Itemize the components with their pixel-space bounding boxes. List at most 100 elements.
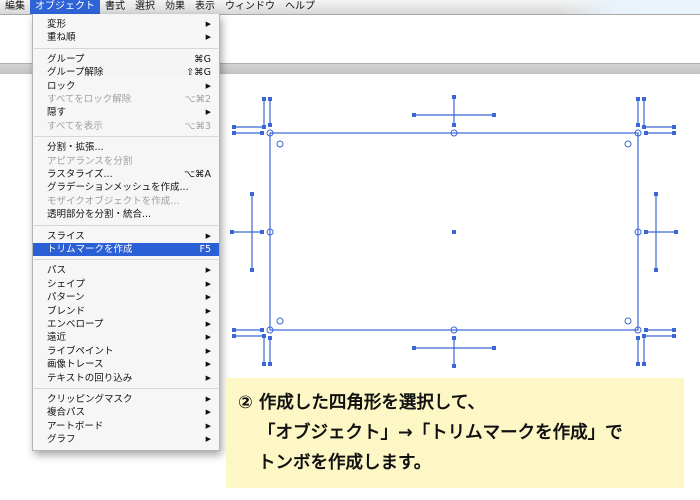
trim-mark-point xyxy=(672,328,676,332)
trim-mark-point xyxy=(232,334,236,338)
submenu-arrow-icon: ▶ xyxy=(205,108,211,117)
trim-mark-point xyxy=(232,328,236,332)
menu-item-label: トリムマークを作成 xyxy=(47,244,133,255)
menu-item-label: すべてを表示 xyxy=(47,120,103,132)
submenu-arrow-icon: ▶ xyxy=(205,373,211,382)
trim-mark-point xyxy=(644,230,648,234)
menu-item-shortcut: ⌥⌘3 xyxy=(184,120,212,132)
caption-line-2: 「オブジェクト」→「トリムマークを作成」で xyxy=(258,423,623,443)
submenu-arrow-icon: ▶ xyxy=(205,293,211,302)
menu-item[interactable]: ブレンド ▶ xyxy=(33,305,219,318)
menu-item[interactable]: グラフ ▶ xyxy=(33,433,219,446)
menu-item-label: テキストの回り込み xyxy=(47,372,133,384)
submenu-arrow-icon: ▶ xyxy=(205,435,211,444)
menu-item: すべてをロック解除 ⌥⌘2 xyxy=(33,93,219,106)
submenu-arrow-icon: ▶ xyxy=(205,279,211,288)
submenu-arrow-icon: ▶ xyxy=(205,266,211,275)
caption-line-1: ② 作成した四角形を選択して、 xyxy=(238,393,486,413)
trim-mark-point xyxy=(262,97,266,101)
menu-item[interactable]: 重ね順 ▶ xyxy=(33,31,219,44)
menu-item[interactable]: パターン ▶ xyxy=(33,291,219,304)
trim-mark-point xyxy=(654,192,658,196)
submenu-arrow-icon: ▶ xyxy=(205,395,211,403)
submenu-arrow-icon: ▶ xyxy=(205,421,211,430)
submenu-arrow-icon: ▶ xyxy=(205,333,211,342)
center-point xyxy=(452,230,456,234)
menu-item-label: グループ xyxy=(47,53,85,65)
menu-item[interactable]: 変形 ▶ xyxy=(33,18,219,31)
trim-mark-point xyxy=(636,336,640,340)
menu-item[interactable]: トリムマークを作成 F5 xyxy=(33,243,219,256)
menu-item-label: クリッピングマスク xyxy=(47,394,133,405)
menu-item-label: ラスタライズ... xyxy=(47,169,113,180)
menu-item-label: 重ね順 xyxy=(47,32,76,44)
menu-item-label: 分割・拡張... xyxy=(47,142,104,154)
caption-line-3: トンボを作成します。 xyxy=(258,453,432,473)
menu-item-label: ブレンド xyxy=(47,305,86,317)
menu-item: アピアランスを分割 xyxy=(33,155,219,168)
menu-item-label: スライス xyxy=(47,230,85,242)
menu-item-label: 画像トレース xyxy=(47,359,104,371)
menu-item-label: パターン xyxy=(47,292,85,304)
menu-item[interactable]: 透明部分を分割・統合... xyxy=(33,208,219,221)
menu-item[interactable]: グループ解除 ⇧⌘G xyxy=(33,66,219,79)
submenu-arrow-icon: ▶ xyxy=(205,408,211,417)
menu-separator xyxy=(34,388,218,389)
anchor-point xyxy=(624,317,632,325)
menu-item[interactable]: 遠近 ▶ xyxy=(33,331,219,344)
menu-item-label: アートボード xyxy=(47,420,104,432)
trim-mark-point xyxy=(260,328,264,332)
object-menu-dropdown: 変形 ▶ 重ね順 ▶ グループ ⌘G グループ解除 ⇧⌘G ロック ▶ すべてをロック解除 ⌥⌘2 隠す… xyxy=(32,14,220,451)
trim-mark-point xyxy=(260,131,264,135)
menu-item-label: 隠す xyxy=(47,107,67,119)
trim-mark-point xyxy=(672,131,676,135)
menu-item[interactable]: グループ ⌘G xyxy=(33,53,219,66)
anchor-point xyxy=(276,140,284,148)
menu-item[interactable]: 分割・拡張... xyxy=(33,141,219,154)
menu-item[interactable]: 画像トレース ▶ xyxy=(33,358,219,371)
menu-item-label: 透明部分を分割・統合... xyxy=(47,209,152,221)
trim-mark-point xyxy=(654,268,658,272)
menu-item-label: グラデーションメッシュを作成... xyxy=(47,182,189,194)
menu-item-label: シェイプ xyxy=(47,278,86,290)
trim-mark-point xyxy=(452,336,456,340)
trim-mark-point xyxy=(644,131,648,135)
menu-item[interactable]: ラスタライズ... ⌥⌘A xyxy=(33,168,219,181)
menu-item[interactable]: 隠す ▶ xyxy=(33,106,219,119)
menu-item-shortcut: ⇧⌘G xyxy=(186,67,211,79)
menu-item-label: すべてをロック解除 xyxy=(47,94,132,105)
menu-item[interactable]: エンベロープ ▶ xyxy=(33,318,219,331)
trim-mark-point xyxy=(452,364,456,368)
menu-item-label: アピアランスを分割 xyxy=(47,155,133,167)
menu-item[interactable]: グラデーションメッシュを作成... xyxy=(33,181,219,194)
submenu-arrow-icon: ▶ xyxy=(205,20,211,28)
menu-item-label: グループ解除 xyxy=(47,67,104,79)
trim-mark-point xyxy=(452,123,456,127)
menu-item[interactable]: パス ▶ xyxy=(33,264,219,277)
anchor-point xyxy=(276,317,284,325)
trim-mark-point xyxy=(492,113,496,117)
menu-item-label: 遠近 xyxy=(47,332,67,344)
menu-item: モザイクオブジェクトを作成... xyxy=(33,195,219,208)
menu-item-label: 複合パス xyxy=(47,407,86,419)
menu-item[interactable]: アートボード ▶ xyxy=(33,420,219,433)
menu-item[interactable]: テキストの回り込み ▶ xyxy=(33,372,219,385)
trim-mark-point xyxy=(644,328,648,332)
submenu-arrow-icon: ▶ xyxy=(205,33,211,42)
anchor-point xyxy=(624,140,632,148)
menu-item-shortcut: ⌘G xyxy=(194,53,211,65)
trim-mark-point xyxy=(412,346,416,350)
menu-item-label: ロック xyxy=(47,80,76,92)
menu-item[interactable]: シェイプ ▶ xyxy=(33,278,219,291)
trim-mark-point xyxy=(250,192,254,196)
menu-item[interactable]: ロック ▶ xyxy=(33,80,219,93)
menu-item[interactable]: クリッピングマスク ▶ xyxy=(33,393,219,406)
menu-item[interactable]: スライス ▶ xyxy=(33,230,219,243)
menu-item: すべてを表示 ⌥⌘3 xyxy=(33,120,219,133)
menu-item-label: ライブペイント xyxy=(47,345,114,357)
menu-item[interactable]: ライブペイント ▶ xyxy=(33,345,219,358)
trim-mark-point xyxy=(232,131,236,135)
menu-item-shortcut: ⌥⌘A xyxy=(184,169,211,180)
trim-mark-point xyxy=(230,230,234,234)
menu-item[interactable]: 複合パス ▶ xyxy=(33,406,219,419)
